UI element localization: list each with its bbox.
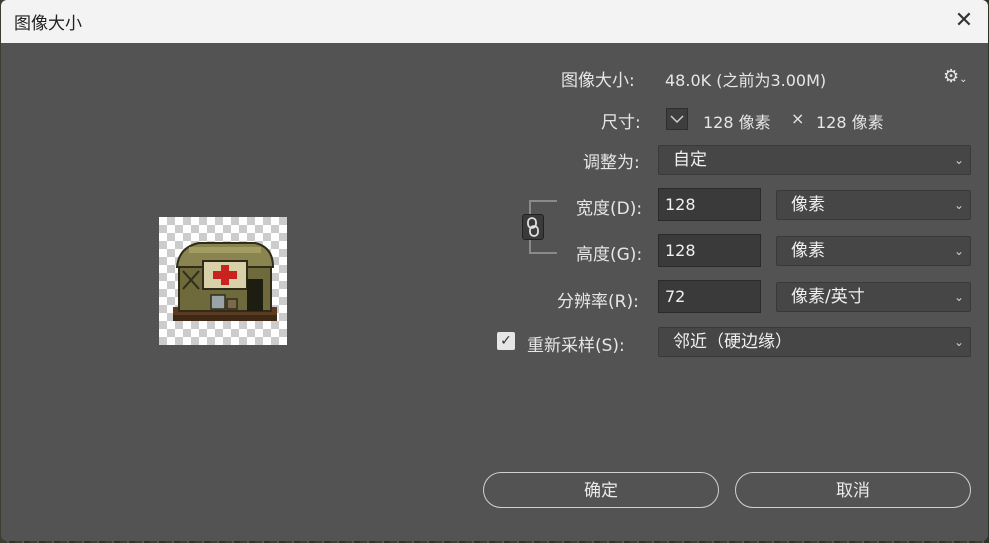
width-unit-value: 像素 (791, 195, 825, 215)
cancel-button[interactable]: 取消 (735, 472, 971, 508)
resample-label: 重新采样(S): (527, 336, 625, 356)
dialog-title: 图像大小 (14, 14, 82, 34)
dimensions-height: 128 像素 (816, 113, 884, 132)
close-icon[interactable]: ✕ (949, 6, 979, 36)
image-size-value: 48.0K (之前为3.00M) (665, 71, 827, 90)
resolution-unit-value: 像素/英寸 (791, 287, 865, 307)
image-preview (159, 217, 287, 345)
gear-icon[interactable]: ⚙⌄ (943, 66, 968, 87)
chevron-down-icon (670, 115, 684, 124)
chevron-down-icon: ⌄ (953, 290, 964, 304)
width-unit-select[interactable]: 像素 ⌄ (776, 190, 971, 220)
width-input[interactable]: 128 (658, 188, 761, 221)
chevron-down-icon: ⌄ (953, 244, 964, 258)
resolution-input[interactable]: 72 (658, 280, 761, 313)
dimensions-times: × (791, 109, 805, 128)
resample-method-select[interactable]: 邻近（硬边缘） ⌄ (658, 327, 971, 357)
resolution-unit-select[interactable]: 像素/英寸 ⌄ (776, 282, 971, 312)
fit-to-value: 自定 (673, 150, 707, 170)
resolution-label: 分辨率(R): (557, 292, 639, 312)
resample-method-value: 邻近（硬边缘） (673, 332, 792, 352)
tent-sprite-image (173, 242, 277, 321)
ok-button[interactable]: 确定 (483, 472, 719, 508)
height-label: 高度(G): (576, 245, 643, 265)
dimensions-label: 尺寸: (601, 113, 641, 133)
dimensions-width: 128 像素 (703, 113, 771, 132)
height-unit-select[interactable]: 像素 ⌄ (776, 236, 971, 266)
fit-to-label: 调整为: (583, 153, 640, 173)
chevron-down-icon: ⌄ (953, 198, 964, 212)
dimensions-unit-toggle[interactable] (666, 108, 688, 130)
fit-to-select[interactable]: 自定 ⌄ (658, 145, 971, 175)
height-unit-value: 像素 (791, 241, 825, 261)
chevron-down-icon: ⌄ (953, 335, 964, 349)
image-size-label: 图像大小: (561, 71, 635, 91)
chain-link-icon[interactable] (522, 214, 544, 240)
image-size-dialog: 图像大小 ✕ 图像大小: 48.0K (之前为3.00M) ⚙⌄ 尺寸: 128… (1, 0, 988, 541)
width-label: 宽度(D): (576, 199, 643, 219)
title-bar: 图像大小 ✕ (1, 0, 988, 43)
resample-checkbox[interactable]: ✓ (497, 332, 515, 350)
height-input[interactable]: 128 (658, 234, 761, 267)
chevron-down-icon: ⌄ (953, 153, 964, 167)
